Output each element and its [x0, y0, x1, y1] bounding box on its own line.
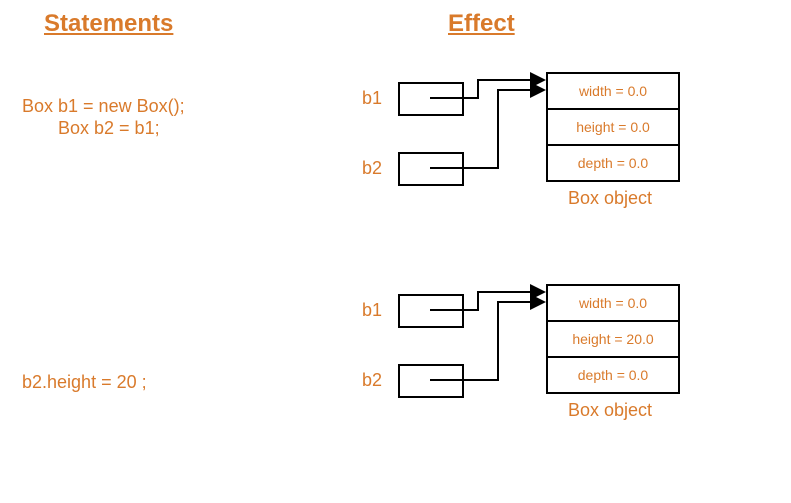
block1-ref1-box	[398, 82, 464, 116]
block2-ref2-box	[398, 364, 464, 398]
block1-ref2-box	[398, 152, 464, 186]
block2-field-width: width = 0.0	[546, 284, 680, 322]
block2-object-label: Box object	[568, 400, 652, 421]
block2-ref1-box	[398, 294, 464, 328]
block2-ref1-label: b1	[362, 300, 382, 321]
block1-ref2-label: b2	[362, 158, 382, 179]
block2-field-depth: depth = 0.0	[546, 356, 680, 394]
statements-heading: Statements	[44, 10, 173, 38]
block1-code-line1: Box b1 = new Box();	[22, 96, 185, 117]
block1-code-line2: Box b2 = b1;	[58, 118, 160, 139]
block1-field-depth: depth = 0.0	[546, 144, 680, 182]
block1-object-label: Box object	[568, 188, 652, 209]
block2-field-height: height = 20.0	[546, 320, 680, 358]
block2-ref2-label: b2	[362, 370, 382, 391]
block1-field-height: height = 0.0	[546, 108, 680, 146]
effect-heading: Effect	[448, 10, 515, 38]
block2-code-line1: b2.height = 20 ;	[22, 372, 147, 393]
block1-ref1-label: b1	[362, 88, 382, 109]
block1-field-width: width = 0.0	[546, 72, 680, 110]
